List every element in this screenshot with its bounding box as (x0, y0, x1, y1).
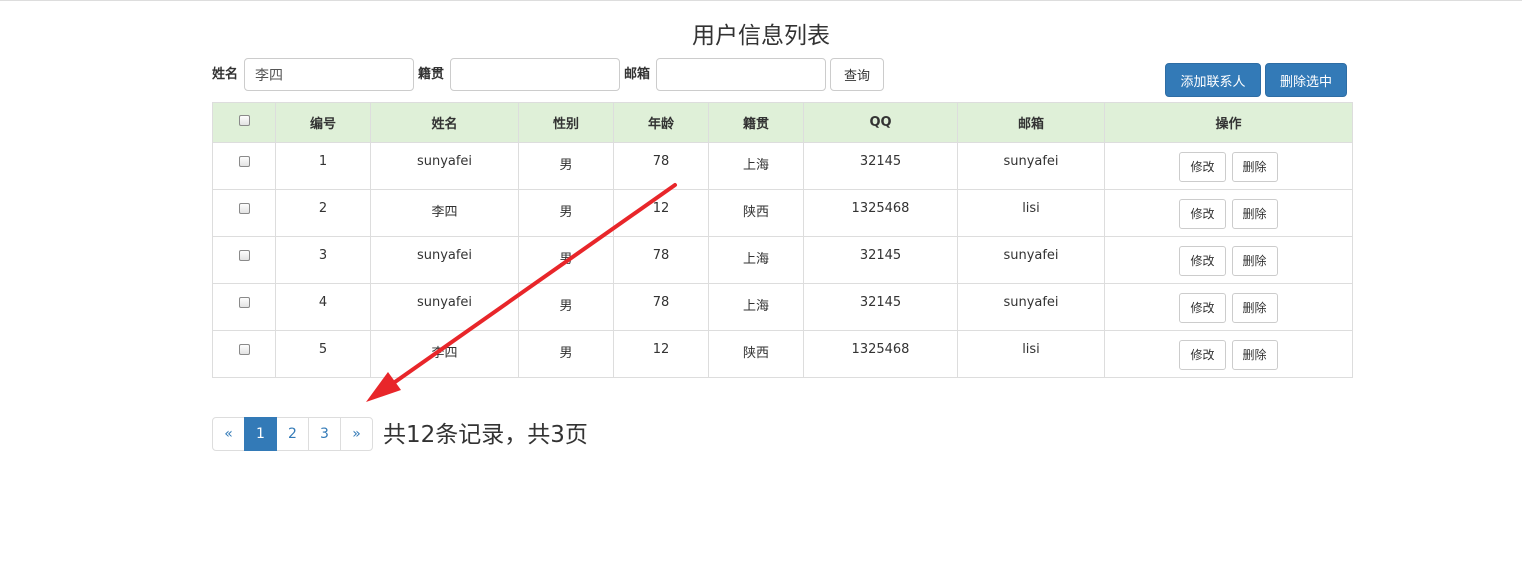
row-select-cell (212, 283, 276, 331)
cell-origin: 陕西 (708, 330, 804, 378)
cell-age: 78 (613, 236, 709, 284)
record-summary: 共12条记录，共3页 (383, 422, 588, 448)
row-checkbox[interactable] (238, 344, 250, 355)
row-checkbox[interactable] (238, 156, 250, 167)
origin-label: 籍贯 (418, 67, 445, 82)
cell-gender: 男 (518, 236, 614, 284)
cell-qq: 32145 (803, 236, 958, 284)
cell-age: 78 (613, 142, 709, 190)
edit-button[interactable]: 修改 (1179, 246, 1226, 276)
add-contact-button[interactable]: 添加联系人 (1165, 63, 1261, 97)
cell-email: sunyafei (957, 236, 1105, 284)
header-origin: 籍贯 (708, 102, 804, 143)
cell-origin: 陕西 (708, 189, 804, 237)
cell-name: 李四 (370, 189, 519, 237)
cell-name: sunyafei (370, 283, 519, 331)
page-2-button[interactable]: 2 (276, 417, 309, 451)
table-row: 1 sunyafei 男 78 上海 32145 sunyafei 修改 删除 (212, 142, 1353, 190)
query-button[interactable]: 查询 (830, 58, 884, 91)
table-row: 5 李四 男 12 陕西 1325468 lisi 修改 删除 (212, 330, 1353, 378)
delete-selected-button[interactable]: 删除选中 (1265, 63, 1347, 97)
row-select-cell (212, 330, 276, 378)
email-label: 邮箱 (624, 67, 651, 82)
cell-actions: 修改 删除 (1104, 142, 1353, 190)
cell-qq: 32145 (803, 283, 958, 331)
cell-email: sunyafei (957, 283, 1105, 331)
header-gender: 性别 (518, 102, 614, 143)
table-header-row: 编号 姓名 性别 年龄 籍贯 QQ 邮箱 操作 (212, 102, 1353, 143)
header-select-all (212, 102, 276, 143)
edit-button[interactable]: 修改 (1179, 340, 1226, 370)
cell-id: 5 (275, 330, 371, 378)
cell-actions: 修改 删除 (1104, 330, 1353, 378)
edit-button[interactable]: 修改 (1179, 152, 1226, 182)
cell-gender: 男 (518, 142, 614, 190)
cell-qq: 1325468 (803, 189, 958, 237)
prev-page-button[interactable]: « (212, 417, 245, 451)
cell-name: sunyafei (370, 236, 519, 284)
cell-actions: 修改 删除 (1104, 236, 1353, 284)
page-1-button[interactable]: 1 (244, 417, 277, 451)
cell-name: 李四 (370, 330, 519, 378)
cell-email: lisi (957, 330, 1105, 378)
header-email: 邮箱 (957, 102, 1105, 143)
cell-id: 1 (275, 142, 371, 190)
delete-button[interactable]: 删除 (1231, 293, 1278, 323)
table-row: 2 李四 男 12 陕西 1325468 lisi 修改 删除 (212, 189, 1353, 237)
cell-id: 3 (275, 236, 371, 284)
cell-age: 12 (613, 330, 709, 378)
select-all-checkbox[interactable] (238, 115, 250, 126)
edit-button[interactable]: 修改 (1179, 293, 1226, 323)
cell-gender: 男 (518, 283, 614, 331)
pagination: « 1 2 3 » (212, 417, 373, 451)
origin-input[interactable] (450, 58, 620, 91)
delete-button[interactable]: 删除 (1231, 199, 1278, 229)
cell-id: 2 (275, 189, 371, 237)
cell-origin: 上海 (708, 283, 804, 331)
row-select-cell (212, 236, 276, 284)
user-table: 编号 姓名 性别 年龄 籍贯 QQ 邮箱 操作 1 sunyafei 男 78 … (212, 102, 1353, 378)
header-id: 编号 (275, 102, 371, 143)
cell-age: 12 (613, 189, 709, 237)
row-checkbox[interactable] (238, 203, 250, 214)
cell-age: 78 (613, 283, 709, 331)
row-checkbox[interactable] (238, 297, 250, 308)
row-select-cell (212, 189, 276, 237)
email-input[interactable] (656, 58, 826, 91)
cell-email: lisi (957, 189, 1105, 237)
header-qq: QQ (803, 102, 958, 143)
cell-email: sunyafei (957, 142, 1105, 190)
name-input[interactable] (244, 58, 414, 91)
header-age: 年龄 (613, 102, 709, 143)
row-checkbox[interactable] (238, 250, 250, 261)
cell-gender: 男 (518, 330, 614, 378)
table-row: 3 sunyafei 男 78 上海 32145 sunyafei 修改 删除 (212, 236, 1353, 284)
top-divider (0, 0, 1522, 1)
cell-actions: 修改 删除 (1104, 283, 1353, 331)
row-select-cell (212, 142, 276, 190)
cell-qq: 1325468 (803, 330, 958, 378)
cell-origin: 上海 (708, 236, 804, 284)
cell-name: sunyafei (370, 142, 519, 190)
table-row: 4 sunyafei 男 78 上海 32145 sunyafei 修改 删除 (212, 283, 1353, 331)
edit-button[interactable]: 修改 (1179, 199, 1226, 229)
page-3-button[interactable]: 3 (308, 417, 341, 451)
cell-id: 4 (275, 283, 371, 331)
next-page-button[interactable]: » (340, 417, 373, 451)
page-title: 用户信息列表 (692, 23, 830, 49)
cell-qq: 32145 (803, 142, 958, 190)
name-label: 姓名 (212, 67, 239, 82)
cell-gender: 男 (518, 189, 614, 237)
cell-actions: 修改 删除 (1104, 189, 1353, 237)
header-name: 姓名 (370, 102, 519, 143)
header-actions: 操作 (1104, 102, 1353, 143)
delete-button[interactable]: 删除 (1231, 152, 1278, 182)
delete-button[interactable]: 删除 (1231, 246, 1278, 276)
cell-origin: 上海 (708, 142, 804, 190)
delete-button[interactable]: 删除 (1231, 340, 1278, 370)
